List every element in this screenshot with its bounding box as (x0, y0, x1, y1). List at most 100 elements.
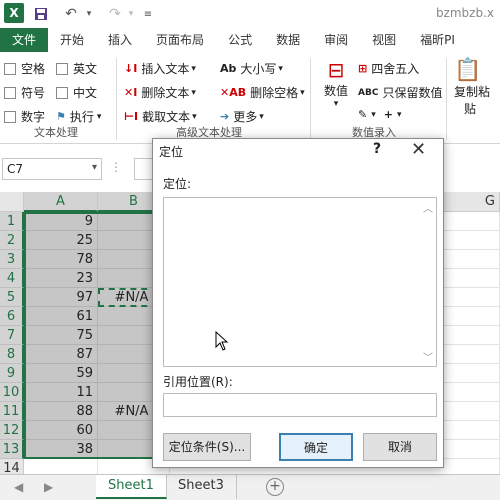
abc-icon: ABC (358, 87, 379, 98)
window-title: bzmbzb.x (435, 6, 494, 20)
tab-foxit-pdf[interactable]: 福昕PI (408, 28, 467, 52)
row-header-10[interactable]: 10 (0, 383, 24, 402)
cell-a5[interactable]: 97 (24, 288, 98, 307)
row-header-8[interactable]: 8 (0, 345, 24, 364)
more-label: 更多 (233, 110, 258, 124)
extract-text-label: 截取文本 (142, 110, 191, 124)
goto-special-button[interactable]: 定位条件(S)... (163, 433, 251, 461)
cell-a13[interactable]: 38 (24, 440, 98, 459)
more-button[interactable]: ➔ 更多 ▾ (220, 108, 264, 125)
delete-text-button[interactable]: ✕I 删除文本 ▾ (124, 84, 196, 101)
execute-icon: ⚑ (56, 110, 66, 123)
cell-a10[interactable]: 11 (24, 383, 98, 402)
cell-a9[interactable]: 59 (24, 364, 98, 383)
tab-insert[interactable]: 插入 (96, 28, 144, 52)
extract-text-button[interactable]: ⊢I 截取文本 ▾ (124, 108, 197, 125)
excel-logo-icon: X (4, 3, 24, 23)
cell-a2[interactable]: 25 (24, 231, 98, 250)
cancel-button[interactable]: 取消 (363, 433, 437, 461)
dropdown-icon: ▾ (396, 109, 402, 120)
name-box[interactable]: C7 ▾ (2, 158, 102, 180)
row-header-5[interactable]: 5 (0, 288, 24, 307)
checkbox-number-label: 数字 (21, 110, 46, 124)
row-header-7[interactable]: 7 (0, 326, 24, 345)
ribbon: 空格 英文 符号 中文 数字 ⚑ 执行 ▾ 文本处理 ↓I 插入文本 ▾ Ab 大小写 ▾ … (0, 52, 500, 144)
goto-dialog: 定位 ? ✕ 定位: ︿ ﹀ 引用位置(R): 定位条件(S)... 确定 取消 (152, 138, 444, 468)
execute-label: 执行 (69, 110, 94, 124)
row-header-9[interactable]: 9 (0, 364, 24, 383)
delete-space-icon: ✕AB (220, 86, 247, 99)
close-icon[interactable]: ✕ (411, 139, 426, 160)
goto-label: 定位: (163, 177, 192, 191)
tab-view[interactable]: 视图 (360, 28, 408, 52)
checkbox-icon (56, 62, 68, 75)
copy-paste-button[interactable]: 📋 复制粘 贴 (454, 58, 490, 117)
checkbox-symbol[interactable]: 符号 (4, 84, 45, 101)
row-header-3[interactable]: 3 (0, 250, 24, 269)
cell-a4[interactable]: 23 (24, 269, 98, 288)
execute-button[interactable]: ⚑ 执行 ▾ (56, 108, 101, 125)
tab-review[interactable]: 审阅 (312, 28, 360, 52)
dropdown-icon: ▾ (278, 63, 283, 74)
sheet-tab-sheet1[interactable]: Sheet1 (96, 475, 167, 499)
row-header-11[interactable]: 11 (0, 402, 24, 421)
cell-a12[interactable]: 60 (24, 421, 98, 440)
checkbox-english[interactable]: 英文 (56, 60, 97, 77)
cell-a1[interactable]: 9 (24, 212, 98, 231)
row-header-13[interactable]: 13 (0, 440, 24, 459)
cell-a8[interactable]: 87 (24, 345, 98, 364)
customize-toolbar-icon[interactable]: ≡ (142, 4, 154, 24)
cell-a11[interactable]: 88 (24, 402, 98, 421)
round-label: 四舍五入 (371, 62, 420, 76)
round-button[interactable]: ⊞ 四舍五入 (358, 60, 419, 77)
cell-a3[interactable]: 78 (24, 250, 98, 269)
checkbox-space[interactable]: 空格 (4, 60, 45, 77)
goto-listbox[interactable]: ︿ ﹀ (163, 197, 437, 367)
scroll-down-icon[interactable]: ﹀ (423, 349, 433, 364)
sheet-prev-icon[interactable]: ◀ (14, 480, 23, 494)
help-icon[interactable]: ? (373, 141, 381, 157)
checkbox-space-label: 空格 (21, 62, 46, 76)
insert-text-label: 插入文本 (141, 62, 190, 76)
redo-dropdown-icon[interactable]: ▾ (126, 4, 136, 24)
undo-icon[interactable]: ↶ (60, 4, 82, 24)
clipboard-icon: 📋 (454, 58, 482, 83)
tab-page-layout[interactable]: 页面布局 (144, 28, 216, 52)
select-all-corner[interactable] (0, 192, 24, 212)
tab-file[interactable]: 文件 (0, 28, 49, 52)
row-header-12[interactable]: 12 (0, 421, 24, 440)
checkbox-chinese-label: 中文 (73, 86, 98, 100)
tab-data[interactable]: 数据 (264, 28, 312, 52)
insert-text-button[interactable]: ↓I 插入文本 ▾ (124, 60, 196, 77)
row-header-4[interactable]: 4 (0, 269, 24, 288)
copy-paste-label-2: 贴 (464, 102, 477, 116)
column-header-a[interactable]: A (24, 192, 98, 212)
redo-icon[interactable]: ↷ (104, 4, 126, 24)
tab-home[interactable]: 开始 (48, 28, 96, 52)
checkbox-number[interactable]: 数字 (4, 108, 45, 125)
cell-a7[interactable]: 75 (24, 326, 98, 345)
undo-dropdown-icon[interactable]: ▾ (84, 4, 94, 24)
row-header-6[interactable]: 6 (0, 307, 24, 326)
dropdown-icon: ▾ (96, 111, 102, 122)
formula-bar-grip-icon: ⋮ (110, 160, 122, 174)
scroll-up-icon[interactable]: ︿ (423, 200, 433, 215)
checkbox-chinese[interactable]: 中文 (56, 84, 97, 101)
reference-input[interactable] (163, 393, 437, 417)
keep-numbers-button[interactable]: ABC 只保留数值 (358, 84, 442, 101)
numeric-extra-button[interactable]: ✎ ▾ + ▾ (358, 108, 402, 121)
delete-text-label: 删除文本 (141, 86, 190, 100)
sheet-next-icon[interactable]: ▶ (44, 480, 53, 494)
row-header-2[interactable]: 2 (0, 231, 24, 250)
save-icon[interactable] (30, 4, 52, 24)
ok-button[interactable]: 确定 (279, 433, 353, 461)
sheet-tab-sheet3[interactable]: Sheet3 (166, 475, 237, 499)
change-case-button[interactable]: Ab 大小写 ▾ (220, 60, 283, 77)
row-header-1[interactable]: 1 (0, 212, 24, 231)
add-sheet-icon[interactable]: + (266, 478, 284, 496)
keep-numbers-label: 只保留数值 (382, 86, 443, 100)
cell-a6[interactable]: 61 (24, 307, 98, 326)
delete-space-button[interactable]: ✕AB 删除空格 ▾ (220, 84, 305, 101)
tab-formulas[interactable]: 公式 (216, 28, 264, 52)
numeric-button[interactable]: ⊟ 数值 ▾ (318, 58, 354, 109)
